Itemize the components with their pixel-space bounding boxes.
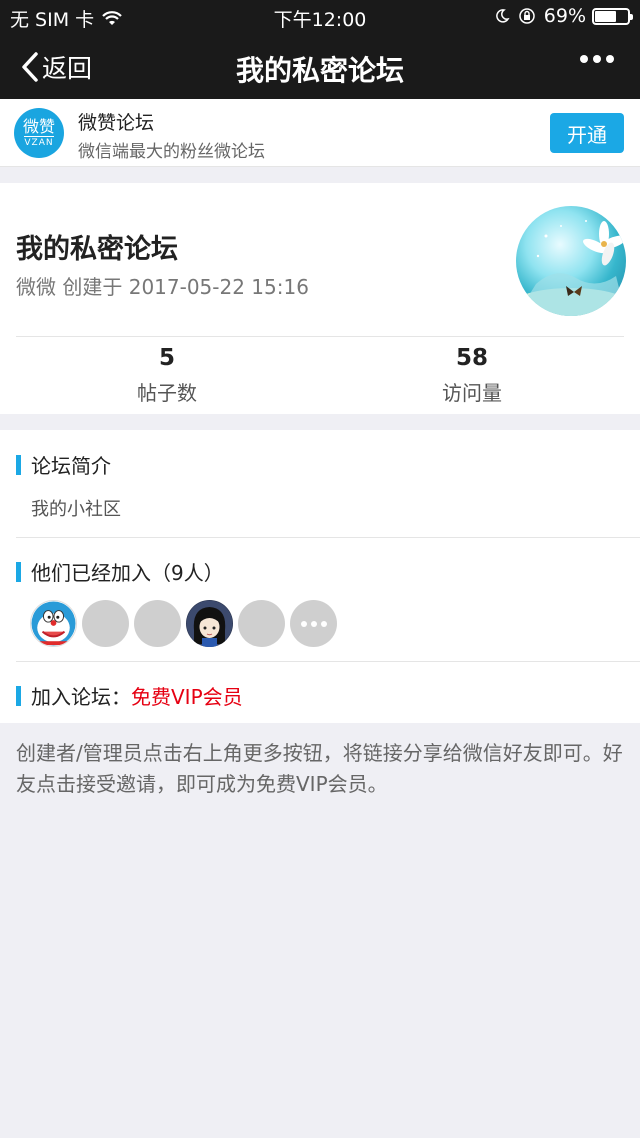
intro-heading-text: 论坛简介 (31, 454, 111, 478)
battery-percent: 69% (543, 5, 586, 27)
rotation-lock-icon (519, 8, 535, 24)
more-button[interactable] (580, 55, 614, 63)
member-avatar-placeholder[interactable] (82, 600, 129, 647)
lily-flower-image (516, 220, 626, 316)
open-button[interactable]: 开通 (550, 113, 624, 153)
section-accent-bar (16, 454, 21, 475)
promo-banner: 微赞 VZAN 微赞论坛 微信端最大的粉丝微论坛 开通 (0, 99, 640, 167)
anime-girl-avatar[interactable] (186, 600, 233, 647)
forum-avatar[interactable] (516, 206, 626, 316)
ellipsis-icon (580, 55, 588, 63)
divider (16, 537, 640, 538)
intro-heading: 论坛简介 (16, 450, 111, 479)
members-heading: 他们已经加入（9人） (16, 557, 224, 586)
battery-fill (595, 10, 616, 22)
forum-info-card: 我的私密论坛 微微 创建于 2017-05-22 15:16 5 帖子数 58 … (0, 183, 640, 414)
intro-text: 我的小社区 (31, 499, 121, 520)
promo-description: 微信端最大的粉丝微论坛 (78, 142, 265, 162)
status-bar: 无 SIM 卡 下午12:00 69% (0, 0, 640, 33)
more-members-button[interactable] (290, 600, 337, 647)
divider (16, 661, 640, 662)
page-title: 我的私密论坛 (235, 54, 404, 87)
forum-name: 我的私密论坛 (16, 234, 178, 265)
doraemon-avatar[interactable] (30, 600, 77, 647)
posts-count: 5 (158, 345, 175, 371)
join-label: 加入论坛： (31, 685, 131, 709)
posts-stat[interactable]: 5 帖子数 (67, 345, 267, 406)
moon-icon (495, 9, 510, 23)
join-row[interactable]: 加入论坛： 免费VIP会员 (16, 681, 243, 710)
posts-label: 帖子数 (137, 381, 197, 405)
share-instructions: 创建者/管理员点击右上角更多按钮，将链接分享给微信好友即可。好友点击接受邀请，即… (16, 741, 623, 796)
visits-label: 访问量 (442, 381, 502, 405)
join-vip-value: 免费VIP会员 (131, 685, 243, 709)
members-heading-text: 他们已经加入（9人） (31, 561, 224, 585)
visits-count: 58 (455, 345, 488, 371)
battery-icon (592, 7, 633, 25)
status-right: 69% (494, 5, 633, 27)
section-accent-bar (16, 561, 21, 582)
logo-text: 微赞 (22, 117, 55, 136)
stats-row: 5 帖子数 58 访问量 (16, 336, 624, 414)
more-icon (300, 620, 307, 627)
vzan-logo: 微赞 VZAN (14, 108, 64, 158)
member-avatar-placeholder[interactable] (134, 600, 181, 647)
member-avatar-placeholder[interactable] (238, 600, 285, 647)
forum-meta: 微微 创建于 2017-05-22 15:16 (16, 275, 309, 299)
forum-sections: 论坛简介 我的小社区 他们已经加入（9人） 加入论坛： 免费VIP会员 (0, 430, 640, 723)
member-avatars (30, 600, 337, 647)
nav-bar: 返回 我的私密论坛 (0, 33, 640, 99)
section-accent-bar (16, 685, 21, 706)
visits-stat: 58 访问量 (372, 345, 572, 406)
promo-name: 微赞论坛 (78, 112, 155, 134)
logo-subtext: VZAN (24, 136, 54, 148)
